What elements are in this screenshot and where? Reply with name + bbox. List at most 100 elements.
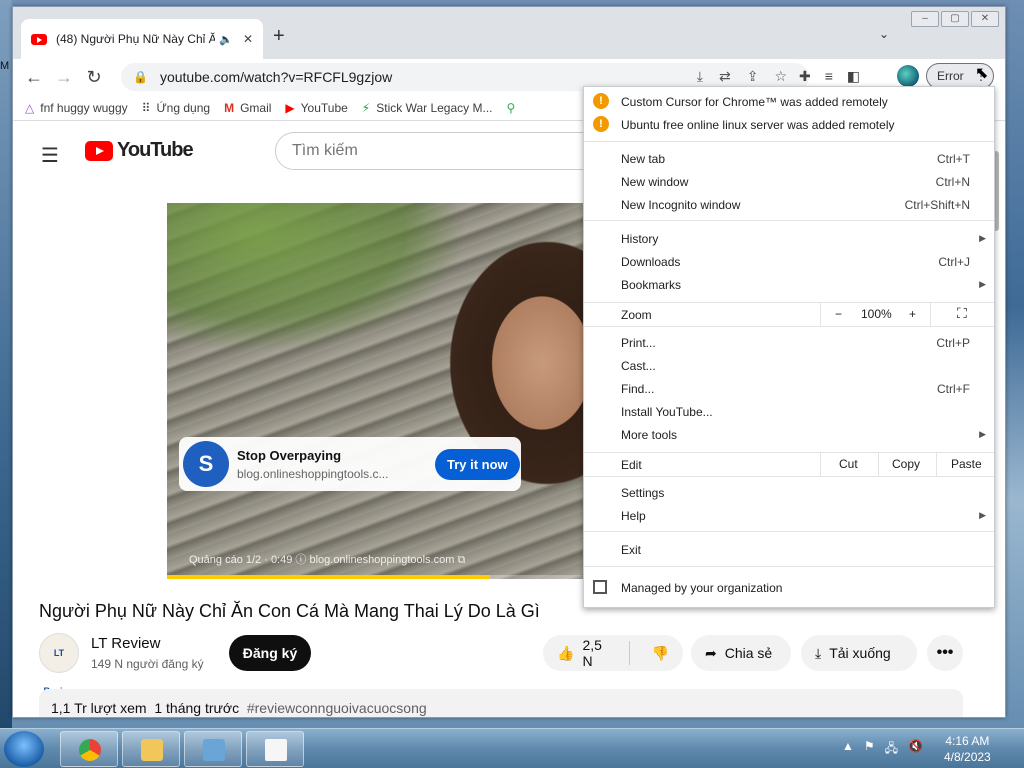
side-panel-icon[interactable]: ◧ bbox=[847, 68, 860, 85]
chrome-menu: ! Custom Cursor for Chrome™ was added re… bbox=[583, 86, 995, 608]
hashtag-link[interactable]: #reviewconnguoivacuocsong bbox=[247, 700, 427, 716]
search-input[interactable] bbox=[275, 132, 615, 170]
download-button[interactable]: ⤓ Tải xuống bbox=[801, 635, 917, 671]
menu-history[interactable]: History ▶ bbox=[584, 227, 994, 250]
channel-name[interactable]: LT Review bbox=[91, 635, 160, 652]
zoom-in-button[interactable]: + bbox=[909, 307, 916, 321]
notice-ubuntu-server[interactable]: ! Ubuntu free online linux server was ad… bbox=[584, 113, 994, 136]
menu-settings[interactable]: Settings bbox=[584, 481, 994, 504]
taskbar-chrome[interactable] bbox=[60, 731, 118, 767]
menu-install-youtube[interactable]: Install YouTube... bbox=[584, 400, 994, 423]
translate-icon[interactable]: ⇄ bbox=[719, 68, 731, 85]
flag-icon[interactable]: ⚑ bbox=[864, 739, 875, 760]
download-icon: ⤓ bbox=[815, 644, 822, 661]
bookmark-gmail[interactable]: M Gmail bbox=[224, 101, 271, 115]
menu-print[interactable]: Print... Ctrl+P bbox=[584, 331, 994, 354]
menu-separator bbox=[584, 531, 994, 532]
minimize-button[interactable]: – bbox=[911, 11, 939, 27]
youtube-wordmark: YouTube bbox=[117, 139, 194, 161]
video-title: Người Phụ Nữ Này Chỉ Ăn Con Cá Mà Mang T… bbox=[39, 601, 540, 621]
extension-icons: ✚ ≡ ◧ bbox=[799, 68, 860, 85]
submenu-arrow-icon: ▶ bbox=[979, 510, 986, 520]
bookmark-youtube[interactable]: ▶ YouTube bbox=[285, 101, 347, 115]
download-label: Tải xuống bbox=[829, 645, 891, 661]
hamburger-menu-icon[interactable]: ☰ bbox=[41, 143, 59, 168]
profile-avatar[interactable] bbox=[897, 65, 919, 87]
video-player[interactable]: S Stop Overpaying blog.onlineshoppingtoo… bbox=[167, 203, 597, 579]
new-tab-button[interactable]: + bbox=[273, 25, 285, 48]
taskbar-control-panel[interactable] bbox=[184, 731, 242, 767]
zoom-out-button[interactable]: − bbox=[835, 307, 842, 321]
building-icon bbox=[593, 580, 607, 594]
start-button[interactable] bbox=[4, 731, 44, 767]
maximize-button[interactable]: ▢ bbox=[941, 11, 969, 27]
omnibox-actions: ⤓ ⇄ ⇪ ☆ bbox=[697, 68, 787, 85]
menu-bookmarks[interactable]: Bookmarks ▶ bbox=[584, 273, 994, 296]
network-icon[interactable]: 🖧 bbox=[885, 739, 898, 760]
mouse-cursor-icon: ⬉ bbox=[975, 65, 989, 82]
forward-arrow-icon[interactable]: → bbox=[49, 67, 79, 88]
install-app-icon[interactable]: ⤓ bbox=[697, 68, 703, 85]
menu-new-incognito[interactable]: New Incognito window Ctrl+Shift+N bbox=[584, 193, 994, 216]
tab-search-chevron-icon[interactable]: ⌄ bbox=[879, 27, 889, 41]
paste-button[interactable]: Paste bbox=[936, 453, 996, 476]
zoom-controls: − 100% + bbox=[820, 303, 930, 326]
zoom-label: Zoom bbox=[621, 308, 652, 322]
share-button[interactable]: ➦ Chia sẻ bbox=[691, 635, 791, 671]
notice-custom-cursor[interactable]: ! Custom Cursor for Chrome™ was added re… bbox=[584, 90, 994, 113]
channel-avatar[interactable]: LT Review bbox=[39, 633, 79, 696]
bookmark-apps[interactable]: ⠿ Ứng dụng bbox=[142, 101, 210, 115]
ad-card[interactable]: S Stop Overpaying blog.onlineshoppingtoo… bbox=[179, 437, 521, 491]
media-queue-icon[interactable]: ≡ bbox=[825, 68, 833, 85]
extensions-puzzle-icon[interactable]: ✚ bbox=[799, 68, 811, 85]
submenu-arrow-icon: ▶ bbox=[979, 429, 986, 439]
close-window-button[interactable]: ✕ bbox=[971, 11, 999, 27]
view-count: 1,1 Tr lượt xem bbox=[51, 700, 147, 716]
notepad-icon bbox=[265, 739, 287, 761]
bookmark-stickwar[interactable]: ⚡ Stick War Legacy M... bbox=[362, 101, 493, 115]
bookmark-maps[interactable]: ⚲ bbox=[506, 101, 515, 115]
description-box[interactable]: 1,1 Tr lượt xem 1 tháng trước #reviewcon… bbox=[39, 689, 963, 717]
stickwar-icon: ⚡ bbox=[361, 100, 371, 115]
youtube-icon: ▶ bbox=[285, 100, 295, 115]
bookmark-star-icon[interactable]: ☆ bbox=[774, 68, 787, 85]
subscribe-button[interactable]: Đăng ký bbox=[229, 635, 311, 671]
speaker-icon[interactable]: 🔈 bbox=[219, 33, 233, 46]
lock-icon[interactable]: 🔒 bbox=[133, 70, 148, 84]
desktop-edge-label: M bbox=[0, 60, 10, 72]
menu-new-window[interactable]: New window Ctrl+N bbox=[584, 170, 994, 193]
menu-exit[interactable]: Exit bbox=[584, 538, 994, 561]
dislike-button[interactable]: 👎 bbox=[638, 635, 683, 671]
more-actions-button[interactable]: ••• bbox=[927, 635, 963, 671]
taskbar-notepad[interactable] bbox=[246, 731, 304, 767]
menu-more-tools[interactable]: More tools ▶ bbox=[584, 423, 994, 446]
copy-button[interactable]: Copy bbox=[878, 453, 936, 476]
bookmark-fnf[interactable]: △ fnf huggy wuggy bbox=[25, 101, 128, 115]
cut-button[interactable]: Cut bbox=[820, 453, 878, 476]
ad-cta-button[interactable]: Try it now bbox=[435, 448, 520, 480]
ad-progress-bar[interactable] bbox=[167, 575, 597, 579]
chrome-icon bbox=[79, 739, 101, 761]
menu-help[interactable]: Help ▶ bbox=[584, 504, 994, 527]
like-button[interactable]: 👍 2,5 N bbox=[543, 635, 621, 671]
menu-find[interactable]: Find... Ctrl+F bbox=[584, 377, 994, 400]
like-divider bbox=[628, 641, 630, 665]
menu-managed[interactable]: Managed by your organization bbox=[584, 576, 994, 599]
menu-cast[interactable]: Cast... bbox=[584, 354, 994, 377]
menu-downloads[interactable]: Downloads Ctrl+J bbox=[584, 250, 994, 273]
clock[interactable]: 4:16 AM 4/8/2023 bbox=[944, 733, 991, 765]
fullscreen-button[interactable]: ⛶ bbox=[930, 303, 996, 326]
up-arrow-icon[interactable]: ▲ bbox=[842, 739, 854, 760]
back-arrow-icon[interactable]: ← bbox=[19, 67, 49, 88]
desktop-edge: M bbox=[0, 0, 12, 728]
tab-youtube[interactable]: (48) Người Phụ Nữ Này Chỉ Ăn Con Cá Mà M… bbox=[21, 19, 263, 59]
share-icon[interactable]: ⇪ bbox=[747, 68, 759, 85]
taskbar-explorer[interactable] bbox=[122, 731, 180, 767]
reload-icon[interactable]: ↻ bbox=[79, 67, 109, 88]
like-count: 2,5 N bbox=[582, 637, 602, 669]
thumbs-up-icon: 👍 bbox=[557, 644, 575, 661]
menu-new-tab[interactable]: New tab Ctrl+T bbox=[584, 147, 994, 170]
tab-close-icon[interactable]: ✕ bbox=[243, 32, 253, 46]
youtube-logo[interactable]: YouTube bbox=[85, 139, 194, 162]
volume-muted-icon[interactable]: 🔇 bbox=[908, 739, 923, 760]
